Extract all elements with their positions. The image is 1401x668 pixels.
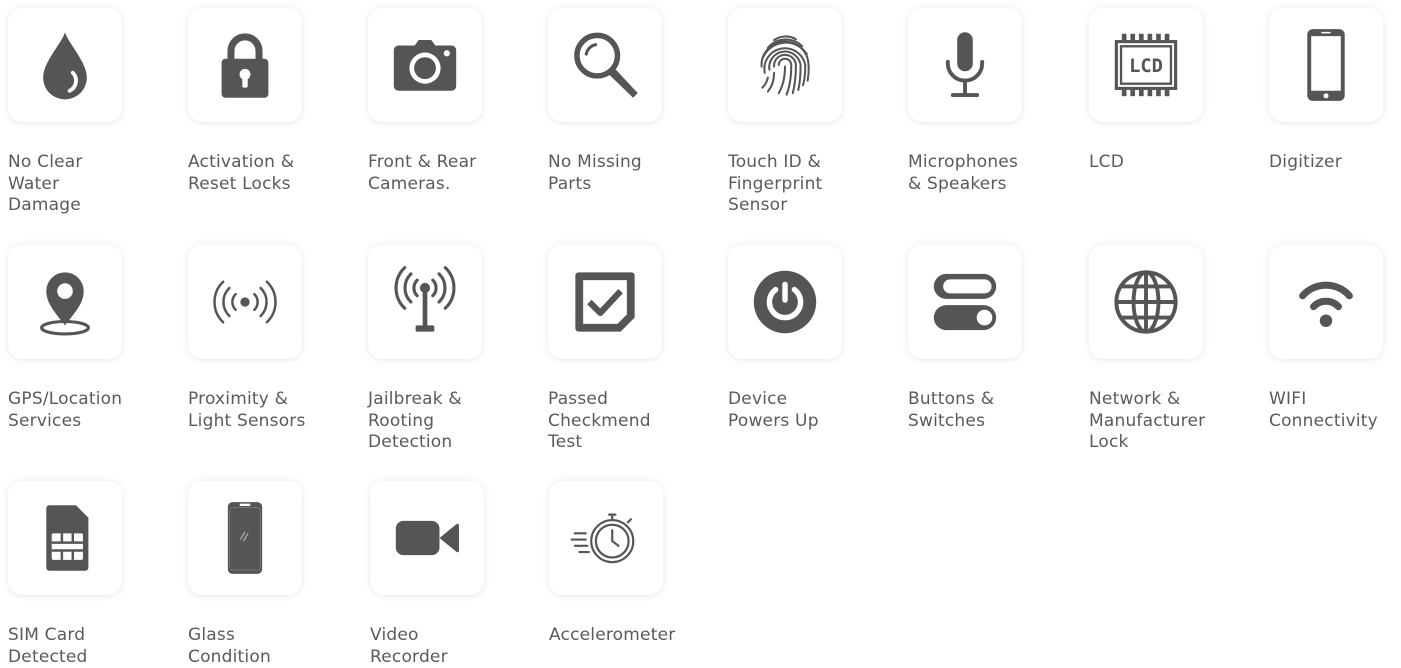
feature-tile: [188, 8, 302, 122]
feature-label: Microphones & Speakers: [908, 152, 1019, 194]
feature-buttons-switches: Buttons & Switches: [908, 245, 1078, 432]
feature-wifi: WIFI Connectivity: [1269, 245, 1401, 432]
feature-tile: [370, 481, 484, 595]
feature-label: Glass Condition: [188, 625, 271, 667]
lcd-chip-text: LCD: [1129, 56, 1163, 77]
feature-label: Passed Checkmend Test: [548, 389, 651, 452]
wifi-icon: [1299, 281, 1353, 327]
feature-label: Accelerometer: [549, 625, 676, 645]
feature-lcd: LCD LCD: [1089, 8, 1259, 174]
feature-label: Front & Rear Cameras.: [368, 152, 477, 194]
feature-tile: [908, 8, 1022, 122]
globe-icon: [1114, 270, 1178, 334]
feature-tile: [908, 245, 1022, 359]
microphone-icon: [945, 32, 985, 97]
feature-tile: [1089, 245, 1203, 359]
feature-label: LCD: [1089, 152, 1125, 172]
feature-tile: [728, 8, 842, 122]
phone-glass-icon: [227, 502, 263, 574]
feature-sim-card: SIM Card Detected: [8, 481, 178, 668]
feature-label: Touch ID & Fingerprint Sensor: [728, 152, 823, 215]
smartphone-icon: [1307, 29, 1345, 101]
feature-label: WIFI Connectivity: [1269, 389, 1378, 431]
stopwatch-icon: [570, 513, 635, 564]
feature-touch-id: Touch ID & Fingerprint Sensor: [728, 8, 898, 217]
feature-tile: [368, 8, 482, 122]
feature-tile: [548, 245, 662, 359]
feature-water-damage: No Clear Water Damage: [8, 8, 178, 217]
feature-gps: GPS/Location Services: [8, 245, 178, 432]
feature-label: SIM Card Detected: [8, 625, 88, 667]
feature-tile: [8, 8, 122, 122]
feature-tile: [188, 481, 302, 595]
feature-tile: [8, 481, 122, 595]
checkbox-icon: [575, 272, 635, 332]
camera-icon: [393, 40, 457, 91]
feature-label: Proximity & Light Sensors: [188, 389, 306, 431]
feature-missing-parts: No Missing Parts: [548, 8, 718, 195]
feature-tile: [1269, 245, 1383, 359]
feature-cameras: Front & Rear Cameras.: [368, 8, 538, 195]
feature-label: No Missing Parts: [548, 152, 642, 194]
feature-grid: No Clear Water Damage Activation & Reset…: [0, 0, 1401, 668]
feature-video: Video Recorder: [370, 481, 540, 668]
feature-tile: [368, 245, 482, 359]
padlock-icon: [221, 33, 269, 98]
feature-label: No Clear Water Damage: [8, 152, 83, 215]
feature-proximity: Proximity & Light Sensors: [188, 245, 358, 432]
feature-label: Digitizer: [1269, 152, 1342, 172]
feature-label: Activation & Reset Locks: [188, 152, 295, 194]
lcd-chip-icon: LCD: [1114, 33, 1178, 97]
feature-tile: [548, 8, 662, 122]
water-drop-icon: [43, 32, 87, 100]
feature-tile: [188, 245, 302, 359]
sim-card-icon: [46, 505, 89, 571]
feature-microphones: Microphones & Speakers: [908, 8, 1078, 195]
location-pin-icon: [40, 272, 90, 336]
feature-activation-locks: Activation & Reset Locks: [188, 8, 358, 195]
proximity-signal-icon: [213, 280, 277, 324]
feature-label: Jailbreak & Rooting Detection: [368, 389, 462, 452]
feature-tile: [1269, 8, 1383, 122]
video-camera-icon: [395, 520, 459, 556]
feature-label: Device Powers Up: [728, 389, 819, 431]
feature-tile: [8, 245, 122, 359]
feature-label: Buttons & Switches: [908, 389, 995, 431]
feature-label: Video Recorder: [370, 625, 448, 667]
feature-accelerometer: Accelerometer: [549, 481, 719, 647]
feature-network-lock: Network & Manufacturer Lock: [1089, 245, 1259, 454]
feature-label: Network & Manufacturer Lock: [1089, 389, 1206, 452]
feature-digitizer: Digitizer: [1269, 8, 1401, 174]
feature-tile: [728, 245, 842, 359]
feature-tile: [549, 481, 663, 595]
feature-glass: Glass Condition: [188, 481, 358, 668]
feature-powers-up: Device Powers Up: [728, 245, 898, 432]
antenna-icon: [394, 266, 456, 332]
feature-tile: LCD: [1089, 8, 1203, 122]
toggle-switches-icon: [933, 273, 997, 331]
feature-jailbreak: Jailbreak & Rooting Detection: [368, 245, 538, 454]
fingerprint-icon: [760, 35, 810, 96]
feature-checkmend: Passed Checkmend Test: [548, 245, 718, 454]
power-icon: [753, 270, 817, 334]
feature-label: GPS/Location Services: [8, 389, 123, 431]
magnifier-icon: [574, 32, 638, 98]
